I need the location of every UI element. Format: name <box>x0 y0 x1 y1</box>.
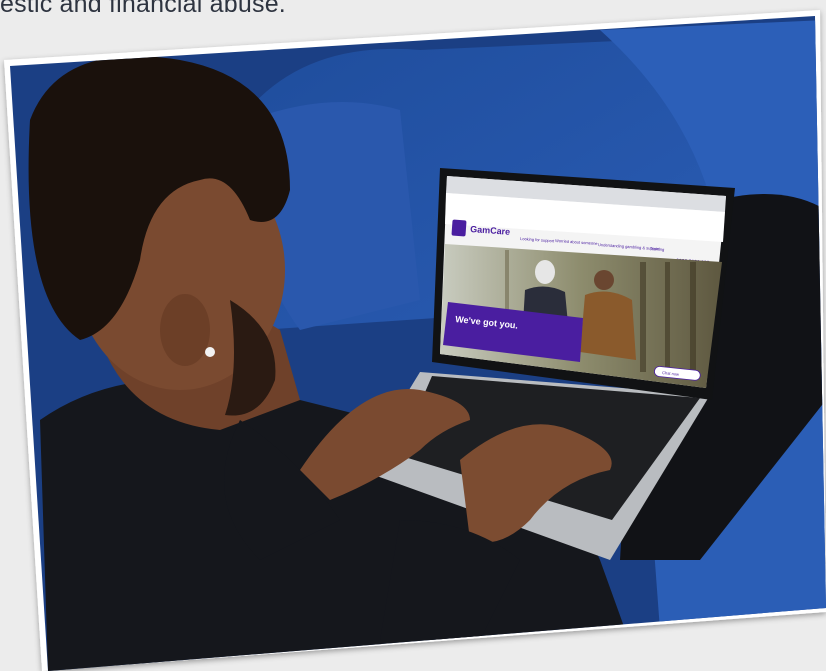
photo: GamCare Looking for support Worried abou… <box>0 0 826 671</box>
hiker-right <box>580 291 636 360</box>
hiker-hat <box>535 260 555 284</box>
nav-item-4: Training <box>650 246 665 252</box>
gamcare-logo-icon <box>451 219 467 237</box>
photo-canvas: GamCare Looking for support Worried abou… <box>4 10 826 671</box>
earring <box>205 347 215 357</box>
hiker-right-head <box>594 270 614 290</box>
ear <box>160 294 210 366</box>
